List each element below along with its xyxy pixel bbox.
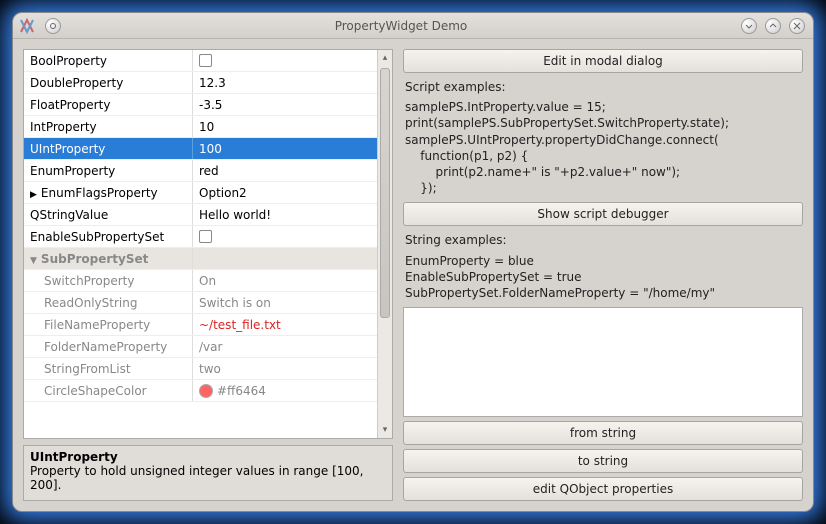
string-examples-label: String examples: bbox=[403, 230, 803, 250]
property-row[interactable]: StringFromListtwo bbox=[24, 358, 392, 380]
expand-right-icon: ▶ bbox=[30, 190, 37, 200]
property-value[interactable]: #ff6464 bbox=[192, 380, 392, 401]
scroll-down-arrow[interactable]: ▾ bbox=[378, 422, 392, 438]
show-debugger-button[interactable]: Show script debugger bbox=[403, 202, 803, 226]
property-row[interactable]: SwitchPropertyOn bbox=[24, 270, 392, 292]
description-box: UIntProperty Property to hold unsigned i… bbox=[23, 445, 393, 501]
property-name: CircleShapeColor bbox=[24, 384, 192, 398]
property-row[interactable]: QStringValueHello world! bbox=[24, 204, 392, 226]
string-input-textarea[interactable] bbox=[403, 307, 803, 417]
close-button[interactable] bbox=[789, 18, 805, 34]
property-name: DoubleProperty bbox=[24, 76, 192, 90]
property-row[interactable]: FolderNameProperty/var bbox=[24, 336, 392, 358]
property-row[interactable]: DoubleProperty12.3 bbox=[24, 72, 392, 94]
description-body: Property to hold unsigned integer values… bbox=[30, 464, 386, 492]
description-title: UIntProperty bbox=[30, 450, 386, 464]
property-name: ReadOnlyString bbox=[24, 296, 192, 310]
property-row[interactable]: CircleShapeColor#ff6464 bbox=[24, 380, 392, 402]
property-name: FolderNameProperty bbox=[24, 340, 192, 354]
checkbox[interactable] bbox=[199, 230, 212, 243]
property-row[interactable]: EnumPropertyred bbox=[24, 160, 392, 182]
property-value[interactable]: -3.5 bbox=[192, 94, 392, 115]
from-string-button[interactable]: from string bbox=[403, 421, 803, 445]
property-row[interactable]: UIntProperty100 bbox=[24, 138, 392, 160]
script-examples-text: samplePS.IntProperty.value = 15; print(s… bbox=[403, 97, 803, 198]
property-name: UIntProperty bbox=[24, 142, 192, 156]
property-value[interactable]: Hello world! bbox=[192, 204, 392, 225]
property-value[interactable] bbox=[192, 50, 392, 71]
to-string-button[interactable]: to string bbox=[403, 449, 803, 473]
property-name: BoolProperty bbox=[24, 54, 192, 68]
property-name: ▶EnumFlagsProperty bbox=[24, 186, 192, 200]
minimize-button[interactable] bbox=[741, 18, 757, 34]
property-name: EnableSubPropertySet bbox=[24, 230, 192, 244]
property-row[interactable]: ReadOnlyStringSwitch is on bbox=[24, 292, 392, 314]
edit-modal-button[interactable]: Edit in modal dialog bbox=[403, 49, 803, 73]
property-row[interactable]: EnableSubPropertySet bbox=[24, 226, 392, 248]
script-examples-label: Script examples: bbox=[403, 77, 803, 97]
string-examples-text: EnumProperty = blue EnableSubPropertySet… bbox=[403, 251, 803, 304]
property-row[interactable]: ▼SubPropertySet bbox=[24, 248, 392, 270]
scrollbar[interactable]: ▴ ▾ bbox=[377, 50, 392, 438]
property-value[interactable]: 10 bbox=[192, 116, 392, 137]
property-name: QStringValue bbox=[24, 208, 192, 222]
property-value[interactable]: Option2 bbox=[192, 182, 392, 203]
property-name: StringFromList bbox=[24, 362, 192, 376]
property-row[interactable]: FileNameProperty~/test_file.txt bbox=[24, 314, 392, 336]
property-name: IntProperty bbox=[24, 120, 192, 134]
edit-qobject-button[interactable]: edit QObject properties bbox=[403, 477, 803, 501]
property-value[interactable]: 100 bbox=[192, 138, 392, 159]
property-value[interactable]: 12.3 bbox=[192, 72, 392, 93]
property-value[interactable]: red bbox=[192, 160, 392, 181]
property-value[interactable]: ~/test_file.txt bbox=[192, 314, 392, 335]
titlebar: PropertyWidget Demo bbox=[13, 13, 813, 39]
property-value[interactable]: /var bbox=[192, 336, 392, 357]
checkbox[interactable] bbox=[199, 54, 212, 67]
maximize-button[interactable] bbox=[765, 18, 781, 34]
property-row[interactable]: FloatProperty-3.5 bbox=[24, 94, 392, 116]
scroll-up-arrow[interactable]: ▴ bbox=[378, 50, 392, 66]
property-name: SwitchProperty bbox=[24, 274, 192, 288]
property-row[interactable]: ▶EnumFlagsPropertyOption2 bbox=[24, 182, 392, 204]
property-value bbox=[192, 248, 392, 269]
color-swatch bbox=[199, 384, 213, 398]
window-menu-button[interactable] bbox=[45, 18, 61, 34]
property-value[interactable]: Switch is on bbox=[192, 292, 392, 313]
property-name: FloatProperty bbox=[24, 98, 192, 112]
expand-down-icon: ▼ bbox=[30, 256, 37, 266]
property-row[interactable]: BoolProperty bbox=[24, 50, 392, 72]
property-value[interactable]: two bbox=[192, 358, 392, 379]
property-name: FileNameProperty bbox=[24, 318, 192, 332]
property-value[interactable]: On bbox=[192, 270, 392, 291]
property-value[interactable] bbox=[192, 226, 392, 247]
window-title: PropertyWidget Demo bbox=[63, 19, 739, 33]
property-row[interactable]: IntProperty10 bbox=[24, 116, 392, 138]
property-name: ▼SubPropertySet bbox=[24, 252, 192, 266]
property-table[interactable]: BoolPropertyDoubleProperty12.3FloatPrope… bbox=[23, 49, 393, 439]
app-icon bbox=[19, 18, 35, 34]
property-name: EnumProperty bbox=[24, 164, 192, 178]
scroll-thumb[interactable] bbox=[380, 68, 390, 318]
